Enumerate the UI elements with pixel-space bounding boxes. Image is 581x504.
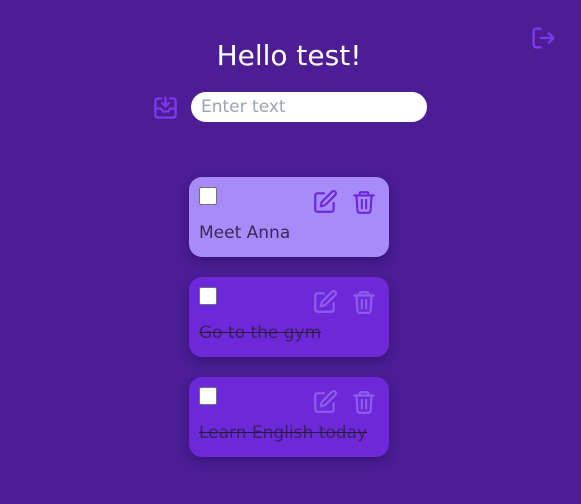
trash-icon[interactable] <box>351 189 377 215</box>
todo-card: Meet Anna <box>189 177 389 257</box>
download-tray-icon[interactable] <box>152 94 179 121</box>
page-title: Hello test! <box>216 39 362 72</box>
todo-card: Learn English today <box>189 377 389 457</box>
todo-checkbox[interactable] <box>199 187 217 205</box>
edit-icon[interactable] <box>312 189 338 215</box>
todo-text: Learn English today <box>199 423 368 443</box>
trash-icon[interactable] <box>351 389 377 415</box>
todo-text-input[interactable] <box>191 92 427 122</box>
todo-text: Go to the gym <box>199 323 322 343</box>
edit-icon[interactable] <box>312 289 338 315</box>
todo-checkbox[interactable] <box>199 387 217 405</box>
trash-icon[interactable] <box>351 289 377 315</box>
todo-checkbox[interactable] <box>199 287 217 305</box>
todo-card: Go to the gym <box>189 277 389 357</box>
edit-icon[interactable] <box>312 389 338 415</box>
todo-text: Meet Anna <box>199 223 291 243</box>
